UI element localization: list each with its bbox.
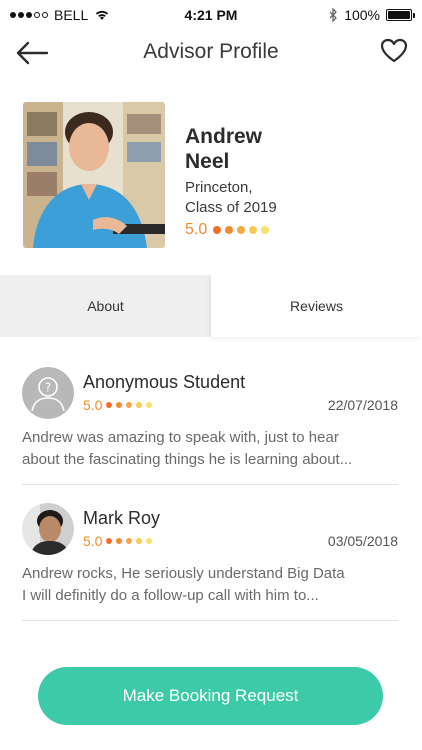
review-date: 22/07/2018 (327, 397, 398, 413)
review-rating-value: 5.0 (83, 533, 103, 549)
advisor-photo (23, 102, 165, 248)
profile-tabs: About Reviews (0, 275, 422, 337)
advisor-last-name: Neel (185, 150, 230, 173)
review-item: Mark Roy 5.0 03/05/2018 Andrew rocks, He… (22, 503, 400, 613)
svg-text:?: ? (45, 381, 51, 395)
review-text-line: about the fascinating things he is learn… (22, 451, 353, 468)
tab-about[interactable]: About (0, 275, 211, 337)
heart-icon (380, 38, 408, 63)
status-bar: BELL 4:21 PM 100% (0, 0, 422, 30)
bluetooth-icon (329, 8, 338, 22)
advisor-first-name: Andrew (185, 125, 263, 148)
battery-percent: 100% (344, 7, 380, 23)
advisor-rating-value: 5.0 (185, 221, 208, 238)
review-text-line: I will definitly do a follow-up call wit… (22, 587, 319, 604)
review-divider (22, 484, 398, 485)
rating-dots-icon (106, 538, 153, 544)
battery-icon (386, 9, 415, 21)
review-text-line: Andrew rocks, He seriously understand Bi… (22, 565, 345, 582)
rating-dots-icon (106, 402, 153, 408)
review-rating-value: 5.0 (83, 397, 103, 413)
advisor-rating: 5.0 (185, 221, 270, 239)
review-rating: 5.0 (83, 397, 153, 413)
review-date: 03/05/2018 (327, 533, 398, 549)
header: Advisor Profile (0, 30, 422, 76)
reviewer-name: Anonymous Student (83, 372, 246, 392)
status-right: 100% (328, 7, 415, 23)
review-text: Andrew was amazing to speak with, just t… (22, 427, 398, 471)
review-rating: 5.0 (83, 533, 153, 549)
review-item: ? Anonymous Student 5.0 22/07/2018 Andre… (22, 367, 400, 477)
anonymous-user-icon: ? (22, 367, 74, 419)
favorite-button[interactable] (380, 38, 410, 68)
review-text-line: Andrew was amazing to speak with, just t… (22, 429, 339, 446)
tab-reviews[interactable]: Reviews (211, 275, 422, 337)
advisor-class-year: Class of 2019 (185, 199, 277, 216)
reviewer-avatar (22, 503, 74, 555)
page-title: Advisor Profile (143, 40, 279, 63)
review-divider (22, 620, 398, 621)
review-text: Andrew rocks, He seriously understand Bi… (22, 563, 398, 607)
reviewer-name: Mark Roy (83, 508, 161, 528)
make-booking-request-button[interactable]: Make Booking Request (38, 667, 383, 725)
rating-dots-icon (213, 226, 270, 234)
advisor-name: Andrew Neel (185, 124, 305, 174)
anonymous-avatar: ? (22, 367, 74, 419)
advisor-school: Princeton, Class of 2019 (185, 178, 325, 218)
advisor-school-name: Princeton, (185, 179, 253, 196)
